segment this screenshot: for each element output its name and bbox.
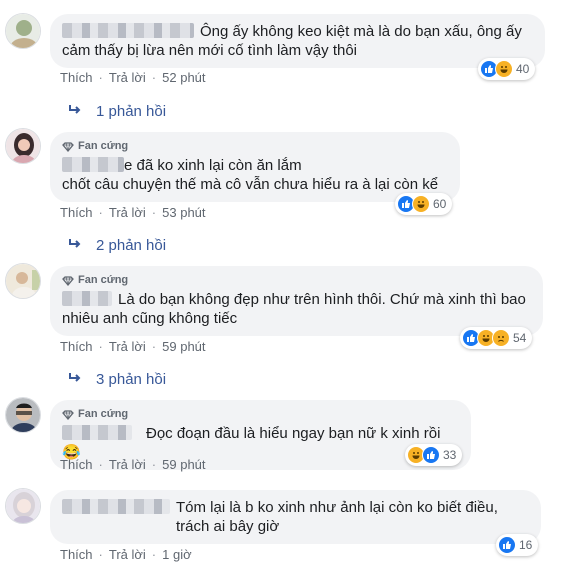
timestamp[interactable]: 1 giờ (162, 547, 192, 562)
reaction-number: 33 (443, 448, 457, 462)
comment-text-line2: nhiêu anh cũng không tiếc (62, 310, 238, 327)
reaction-number: 16 (519, 538, 533, 552)
comment-actions: Thích · Trả lời · 53 phút (60, 205, 206, 220)
avatar[interactable] (5, 128, 41, 164)
comment-text-line1: Là do bạn không đẹp như trên hình thôi. … (118, 291, 526, 308)
replies-count: 1 phản hồi (96, 103, 167, 120)
like-link[interactable]: Thích (60, 70, 93, 85)
diamond-icon (62, 275, 74, 286)
reply-arrow-icon (68, 237, 82, 254)
comment-actions: Thích · Trả lời · 59 phút (60, 339, 206, 354)
blurred-username[interactable] (62, 23, 194, 38)
reaction-number: 54 (513, 331, 527, 345)
comment-actions: Thích · Trả lời · 52 phút (60, 70, 206, 85)
fan-badge: Fan cứng (62, 274, 531, 287)
comment-text-line1: Tóm lại là b ko xinh như ảnh lại còn ko … (176, 499, 498, 516)
like-link[interactable]: Thích (60, 547, 93, 562)
timestamp[interactable]: 59 phút (162, 339, 205, 354)
haha-icon (412, 195, 430, 213)
blurred-username[interactable] (62, 425, 132, 440)
badge-label: Fan cứng (78, 408, 129, 420)
timestamp[interactable]: 53 phút (162, 205, 205, 220)
reply-link[interactable]: Trả lời (109, 547, 146, 562)
comment-actions: Thích · Trả lời · 1 giờ (60, 547, 192, 562)
diamond-icon (62, 409, 74, 420)
blurred-username[interactable] (62, 291, 112, 306)
fan-badge: Fan cứng (62, 408, 459, 421)
like-icon (422, 446, 440, 464)
like-link[interactable]: Thích (60, 457, 93, 472)
reaction-number: 60 (433, 197, 447, 211)
comment-bubble: Ông ấy không keo kiệt mà là do bạn xấu, … (50, 14, 545, 68)
reaction-count[interactable]: 60 (395, 193, 453, 215)
reply-link[interactable]: Trả lời (109, 457, 146, 472)
reaction-count[interactable]: 40 (478, 58, 536, 80)
replies-count: 3 phản hồi (96, 371, 167, 388)
sad-icon (492, 329, 510, 347)
view-replies-link[interactable]: 2 phản hồi (68, 237, 166, 254)
reply-link[interactable]: Trả lời (109, 70, 146, 85)
reaction-number: 40 (516, 62, 530, 76)
reaction-count[interactable]: 33 (405, 444, 463, 466)
like-icon (498, 536, 516, 554)
comment-text-line2: cảm thấy bị lừa nên mới cố tình làm vậy … (62, 42, 358, 59)
blurred-username[interactable] (62, 499, 170, 514)
reply-link[interactable]: Trả lời (109, 205, 146, 220)
like-link[interactable]: Thích (60, 205, 93, 220)
like-link[interactable]: Thích (60, 339, 93, 354)
comment-text-line2: chốt câu chuyện thế mà cô vẫn chưa hiểu … (62, 176, 439, 193)
comment-bubble: Fan cứng Là do bạn không đẹp như trên hì… (50, 266, 543, 336)
comment-text-line1: Ông ấy không keo kiệt mà là do bạn xấu, … (200, 23, 522, 40)
reaction-count[interactable]: 54 (460, 327, 533, 349)
comment-bubble: Fan cứng e đã ko xinh lại còn ăn lắm chố… (50, 132, 460, 202)
diamond-icon (62, 141, 74, 152)
avatar[interactable] (5, 488, 41, 524)
fan-badge: Fan cứng (62, 140, 448, 153)
comment-bubble: Tóm lại là b ko xinh như ảnh lại còn ko … (50, 490, 541, 544)
view-replies-link[interactable]: 3 phản hồi (68, 371, 166, 388)
timestamp[interactable]: 52 phút (162, 70, 205, 85)
comment-text-line1: e đã ko xinh lại còn ăn lắm (124, 157, 302, 174)
comment-text-line2: trách ai bây giờ (176, 518, 280, 535)
badge-label: Fan cứng (78, 140, 129, 152)
haha-icon (495, 60, 513, 78)
replies-count: 2 phản hồi (96, 237, 167, 254)
reply-arrow-icon (68, 371, 82, 388)
avatar[interactable] (5, 13, 41, 49)
avatar[interactable] (5, 263, 41, 299)
badge-label: Fan cứng (78, 274, 129, 286)
reaction-count[interactable]: 16 (496, 534, 539, 556)
timestamp[interactable]: 59 phút (162, 457, 205, 472)
comment-actions: Thích · Trả lời · 59 phút (60, 457, 206, 472)
reply-arrow-icon (68, 103, 82, 120)
avatar[interactable] (5, 397, 41, 433)
blurred-username[interactable] (62, 157, 124, 172)
view-replies-link[interactable]: 1 phản hồi (68, 103, 166, 120)
reply-link[interactable]: Trả lời (109, 339, 146, 354)
